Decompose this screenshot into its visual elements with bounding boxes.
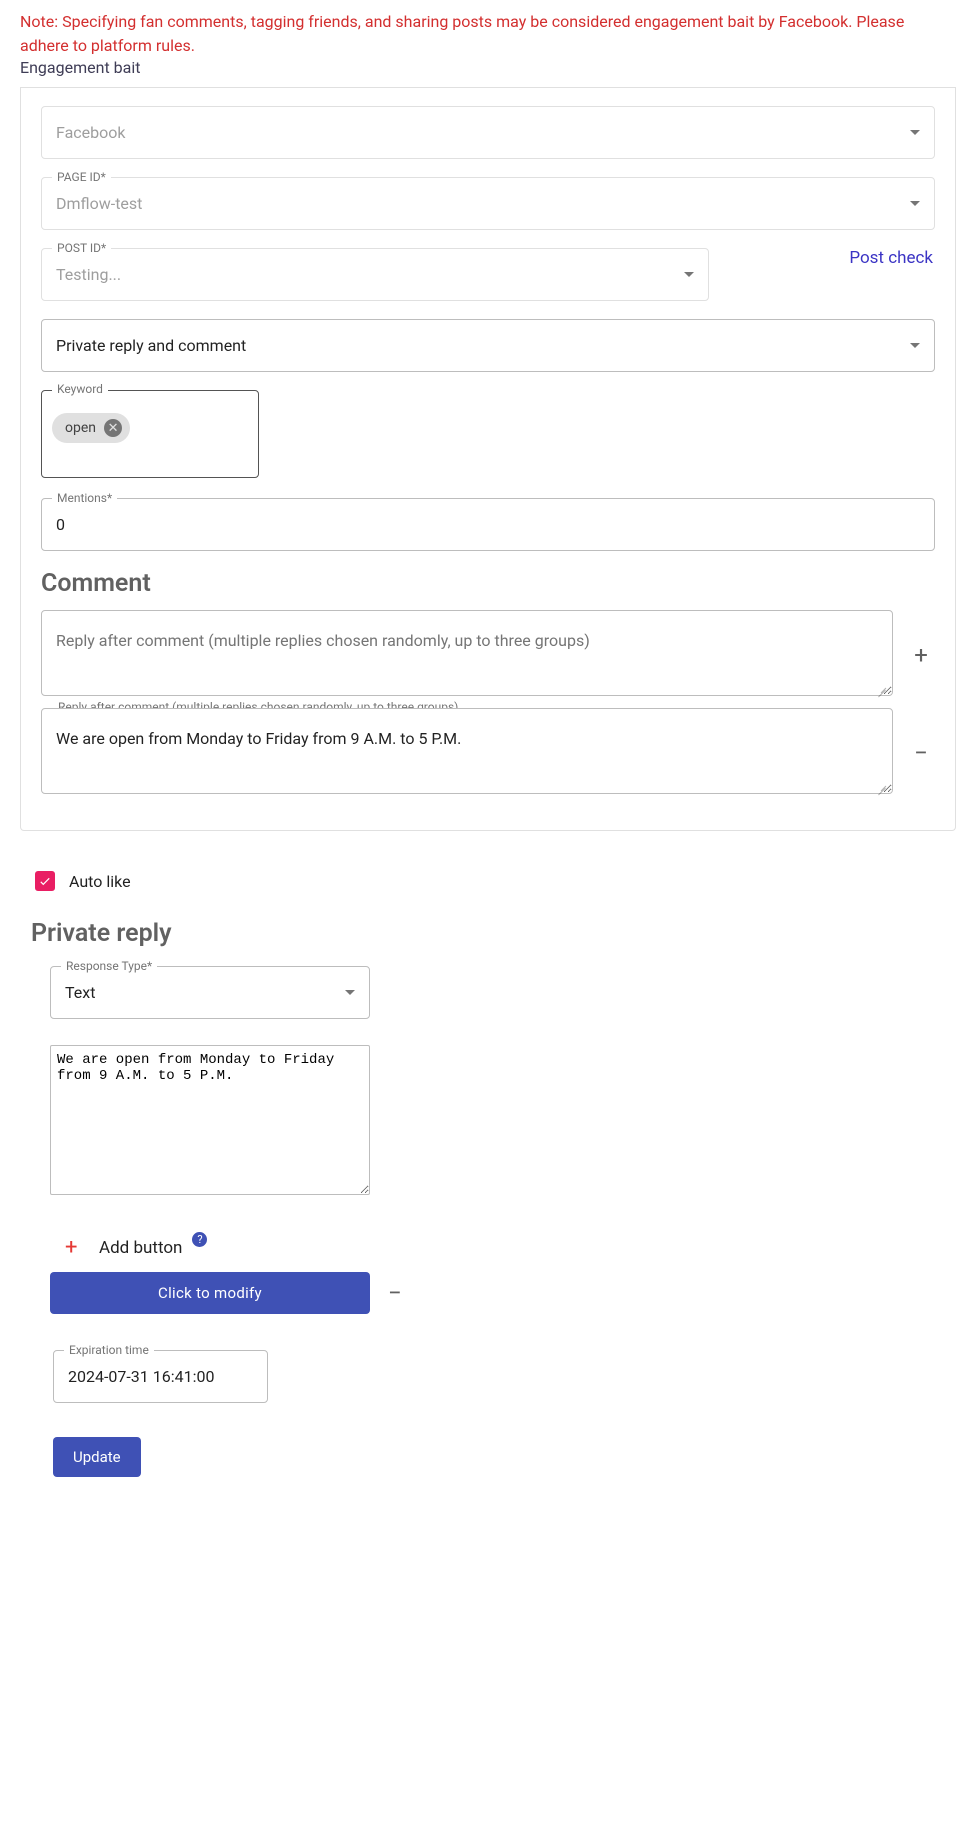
check-icon [38, 874, 52, 888]
mentions-label: Mentions* [52, 491, 117, 505]
reply-mode-value: Private reply and comment [56, 336, 246, 355]
mentions-value: 0 [56, 515, 65, 534]
private-reply-title: Private reply [25, 913, 956, 960]
comment-reply-input-new[interactable] [41, 610, 893, 696]
post-id-value: Testing... [56, 265, 121, 284]
expiration-label: Expiration time [64, 1343, 154, 1357]
resize-handle-icon[interactable] [877, 684, 887, 694]
private-reply-text-input[interactable] [50, 1045, 370, 1195]
page-id-select[interactable]: PAGE ID* Dmflow-test [41, 177, 935, 230]
comment-reply-input-1[interactable] [41, 708, 893, 794]
page-id-label: PAGE ID* [52, 170, 111, 184]
add-button-label[interactable]: Add button [99, 1238, 182, 1258]
keyword-field[interactable]: Keyword open ✕ [41, 390, 259, 478]
config-card: Facebook PAGE ID* Dmflow-test POST ID* T… [20, 88, 956, 831]
info-icon[interactable]: ? [192, 1232, 207, 1247]
resize-handle-icon[interactable] [877, 782, 887, 792]
auto-like-row: Auto like [0, 849, 976, 913]
expiration-time-field[interactable]: Expiration time 2024-07-31 16:41:00 [53, 1350, 268, 1403]
note-text: Note: Specifying fan comments, tagging f… [20, 10, 956, 58]
mentions-field[interactable]: Mentions* 0 [41, 498, 935, 551]
expiration-value: 2024-07-31 16:41:00 [68, 1367, 214, 1386]
keyword-label: Keyword [52, 382, 108, 396]
response-type-label: Response Type* [61, 959, 157, 973]
post-id-label: POST ID* [52, 241, 111, 255]
response-type-value: Text [65, 983, 95, 1002]
reply-mode-select[interactable]: Private reply and comment [41, 319, 935, 372]
platform-select[interactable]: Facebook [41, 106, 935, 159]
post-check-link[interactable]: Post check [849, 248, 935, 268]
add-button-plus-icon[interactable]: + [65, 1235, 89, 1260]
response-type-select[interactable]: Response Type* Text [50, 966, 370, 1019]
comment-section-title: Comment [21, 551, 955, 610]
keyword-chip: open ✕ [52, 413, 130, 443]
add-comment-reply-button[interactable]: + [907, 641, 935, 669]
remove-private-reply-button[interactable]: − [388, 1279, 402, 1307]
engagement-bait-link[interactable]: Engagement bait [20, 58, 140, 77]
post-id-select[interactable]: POST ID* Testing... [41, 248, 709, 301]
private-reply-card: Private reply Response Type* Text + Add … [25, 913, 956, 1477]
keyword-chip-label: open [65, 420, 96, 436]
page-id-value: Dmflow-test [56, 194, 142, 213]
auto-like-label: Auto like [69, 872, 131, 891]
remove-comment-reply-button[interactable]: − [907, 739, 935, 767]
platform-value: Facebook [56, 123, 125, 142]
chip-remove-icon[interactable]: ✕ [104, 419, 122, 437]
update-button[interactable]: Update [53, 1437, 141, 1477]
auto-like-checkbox[interactable] [35, 871, 55, 891]
click-to-modify-button[interactable]: Click to modify [50, 1272, 370, 1314]
engagement-bait-note: Note: Specifying fan comments, tagging f… [20, 0, 956, 88]
